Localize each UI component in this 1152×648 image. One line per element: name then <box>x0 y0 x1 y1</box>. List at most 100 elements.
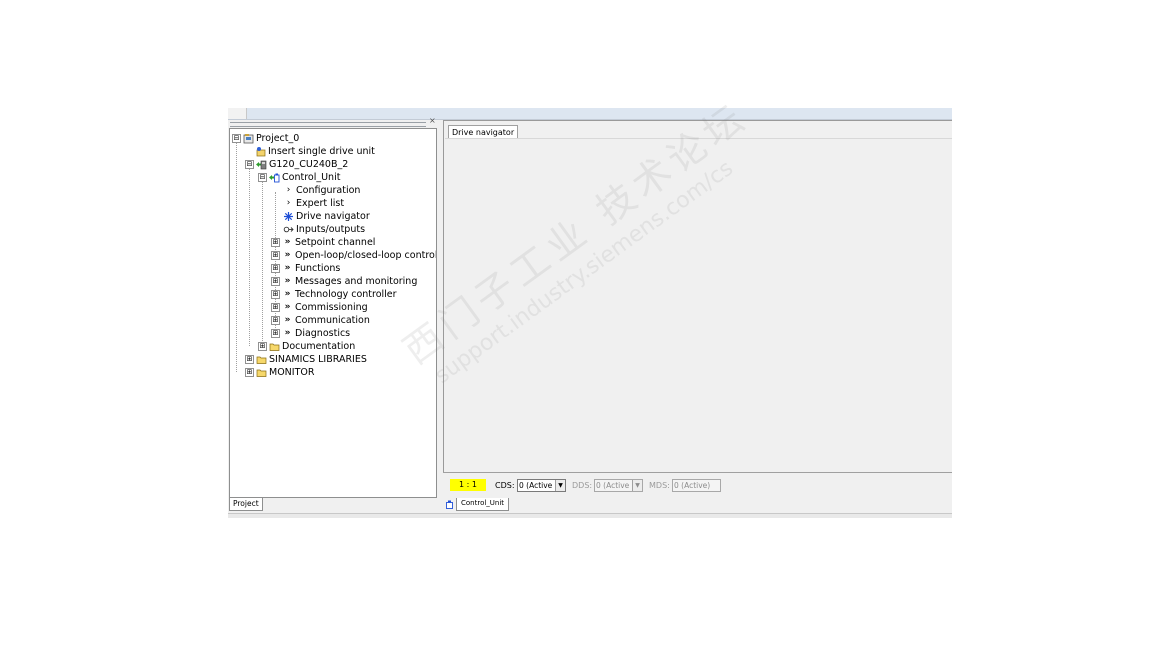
tree-node-control[interactable]: ⊞ » Open-loop/closed-loop control <box>271 249 437 262</box>
tree-node-label: Insert single drive unit <box>268 146 375 157</box>
navigator-icon <box>284 212 293 221</box>
mds-value: 0 (Active) <box>674 481 711 490</box>
control-unit-icon <box>269 173 280 183</box>
expand-icon[interactable]: ⊞ <box>271 316 280 325</box>
expand-icon[interactable]: ⊞ <box>271 277 280 286</box>
double-chevron-icon: » <box>284 328 291 338</box>
tree-node-label: Commissioning <box>295 302 368 313</box>
tree-node-communication[interactable]: ⊞ » Communication <box>271 314 370 327</box>
tree-node-functions[interactable]: ⊞ » Functions <box>271 262 340 275</box>
tree-node-label: Configuration <box>296 185 361 196</box>
tree-node-label: Open-loop/closed-loop control <box>295 250 437 261</box>
tree-node-label: Diagnostics <box>295 328 351 339</box>
double-chevron-icon: » <box>284 302 291 312</box>
tree-node-project[interactable]: ⊟ Project_0 <box>232 132 299 145</box>
expand-icon[interactable]: ⊞ <box>258 342 267 351</box>
expand-icon[interactable]: ⊞ <box>271 251 280 260</box>
expand-icon[interactable]: ⊞ <box>271 238 280 247</box>
tree-node-expert-list[interactable]: › Expert list <box>283 197 344 210</box>
tree-node-setpoint-channel[interactable]: ⊞ » Setpoint channel <box>271 236 375 249</box>
project-tree: ⊟ Project_0 Insert single drive unit ⊟ G12… <box>229 128 437 498</box>
collapse-icon[interactable]: ⊟ <box>258 173 267 182</box>
window-bottom-border <box>228 513 952 518</box>
title-bar-grip <box>230 122 426 127</box>
dds-label: DDS: <box>572 481 593 490</box>
tree-node-control-unit[interactable]: ⊟ Control_Unit <box>258 171 340 184</box>
tree-node-label: MONITOR <box>269 367 315 378</box>
tree-node-label: Drive navigator <box>296 211 370 222</box>
tree-node-diagnostics[interactable]: ⊞ » Diagnostics <box>271 327 350 340</box>
io-icon <box>283 226 294 233</box>
cds-select[interactable]: 0 (Active ▼ <box>517 479 566 492</box>
tree-node-monitor[interactable]: ⊞ MONITOR <box>245 366 314 379</box>
tree-node-documentation[interactable]: ⊞ Documentation <box>258 340 355 353</box>
tree-node-commissioning[interactable]: ⊞ » Commissioning <box>271 301 368 314</box>
panel-title-bar[interactable] <box>228 120 437 127</box>
expand-icon[interactable]: ⊞ <box>245 368 254 377</box>
collapse-icon[interactable]: ⊟ <box>232 134 241 143</box>
tree-node-insert-drive[interactable]: Insert single drive unit <box>255 145 375 158</box>
drive-navigator-view: Drive navigator <box>443 120 952 486</box>
drive-unit-icon <box>256 160 267 170</box>
tree-node-drive-navigator[interactable]: Drive navigator <box>283 210 370 223</box>
tree-node-sinamics-libraries[interactable]: ⊞ SINAMICS LIBRARIES <box>245 353 367 366</box>
double-chevron-icon: » <box>284 237 291 247</box>
expand-icon[interactable]: ⊞ <box>271 290 280 299</box>
double-chevron-icon: » <box>284 276 291 286</box>
tree-node-label: SINAMICS LIBRARIES <box>269 354 367 365</box>
expand-icon[interactable]: ⊞ <box>271 329 280 338</box>
folder-icon <box>256 356 267 364</box>
tree-node-label: Functions <box>295 263 341 274</box>
mds-label: MDS: <box>649 481 670 490</box>
control-unit-icon <box>446 500 453 509</box>
folder-icon <box>256 369 267 377</box>
chevron-right-icon: › <box>286 185 291 195</box>
mds-field: 0 (Active) <box>672 479 721 492</box>
tab-underline <box>445 138 952 139</box>
toolbar-grip[interactable] <box>228 108 247 119</box>
data-set-toolbar: 1 : 1 CDS: 0 (Active ▼ DDS: 0 (Active ▼ … <box>443 472 952 495</box>
tree-node-g120[interactable]: ⊟ G120_CU240B_2 <box>245 158 348 171</box>
tree-line <box>249 166 250 346</box>
chevron-down-icon: ▼ <box>632 480 642 491</box>
workbench-tabs: Control_Unit <box>443 498 952 511</box>
insert-drive-icon <box>256 147 266 157</box>
tree-node-label: Messages and monitoring <box>295 276 418 287</box>
zoom-indicator[interactable]: 1 : 1 <box>450 479 486 491</box>
tree-node-inputs-outputs[interactable]: Inputs/outputs <box>283 223 365 236</box>
double-chevron-icon: » <box>284 315 291 325</box>
tree-node-label: Inputs/outputs <box>296 224 366 235</box>
double-chevron-icon: » <box>284 250 291 260</box>
chevron-down-icon[interactable]: ▼ <box>555 480 565 491</box>
tab-control-unit[interactable]: Control_Unit <box>456 498 510 511</box>
expand-icon[interactable]: ⊞ <box>271 303 280 312</box>
cds-label: CDS: <box>495 481 515 490</box>
tree-node-label: G120_CU240B_2 <box>269 159 349 170</box>
tree-node-label: Setpoint channel <box>295 237 376 248</box>
expand-icon[interactable]: ⊞ <box>245 355 254 364</box>
project-icon <box>243 134 254 144</box>
tree-line <box>262 179 263 343</box>
cds-value: 0 (Active <box>519 481 553 490</box>
collapse-icon[interactable]: ⊟ <box>245 160 254 169</box>
tree-node-label: Expert list <box>296 198 345 209</box>
tree-node-label: Communication <box>295 315 370 326</box>
tree-node-configuration[interactable]: › Configuration <box>283 184 361 197</box>
tree-node-messages[interactable]: ⊞ » Messages and monitoring <box>271 275 417 288</box>
tab-project[interactable]: Project <box>229 498 263 511</box>
tree-line <box>236 140 237 372</box>
dds-value: 0 (Active <box>596 481 630 490</box>
double-chevron-icon: » <box>284 289 291 299</box>
starter-window: × ⊟ Project_0 Insert single drive unit ⊟ G… <box>228 108 952 518</box>
close-panel-icon[interactable]: × <box>429 117 436 125</box>
tree-node-technology-controller[interactable]: ⊞ » Technology controller <box>271 288 397 301</box>
workspace-panel: Drive navigator 1 : 1 CDS: 0 (Active ▼ D… <box>443 120 952 511</box>
tab-drive-navigator[interactable]: Drive navigator <box>448 125 519 139</box>
toolbar-strip <box>228 108 952 120</box>
tree-node-label: Project_0 <box>256 133 300 144</box>
project-navigator-panel: × ⊟ Project_0 Insert single drive unit ⊟ G… <box>228 117 437 511</box>
tree-node-label: Technology controller <box>295 289 397 300</box>
expand-icon[interactable]: ⊞ <box>271 264 280 273</box>
dds-select: 0 (Active ▼ <box>594 479 643 492</box>
folder-icon <box>269 343 280 351</box>
